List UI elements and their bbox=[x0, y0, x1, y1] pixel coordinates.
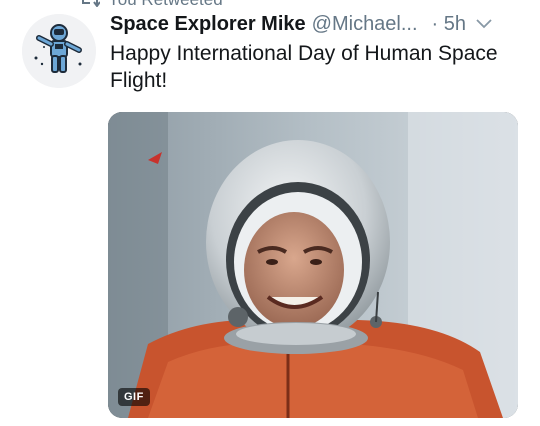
gif-badge: GIF bbox=[118, 388, 150, 406]
retweet-icon bbox=[82, 0, 100, 7]
retweet-indicator: You Retweeted bbox=[80, 0, 223, 9]
tweet-text: Happy International Day of Human Space F… bbox=[110, 42, 498, 92]
retweet-label: You Retweeted bbox=[108, 0, 223, 10]
author-name[interactable]: Space Explorer Mike bbox=[110, 13, 306, 36]
astronaut-photo bbox=[108, 112, 518, 418]
avatar[interactable] bbox=[22, 14, 96, 88]
astronaut-icon bbox=[22, 14, 96, 88]
chevron-down-icon[interactable] bbox=[476, 18, 492, 30]
tweet-header: Space Explorer Mike @Michael... · 5h bbox=[110, 10, 524, 38]
tweet-timestamp[interactable]: · 5h bbox=[432, 13, 466, 36]
author-handle[interactable]: @Michael... bbox=[312, 13, 418, 36]
tweet-media[interactable]: GIF bbox=[108, 112, 518, 418]
